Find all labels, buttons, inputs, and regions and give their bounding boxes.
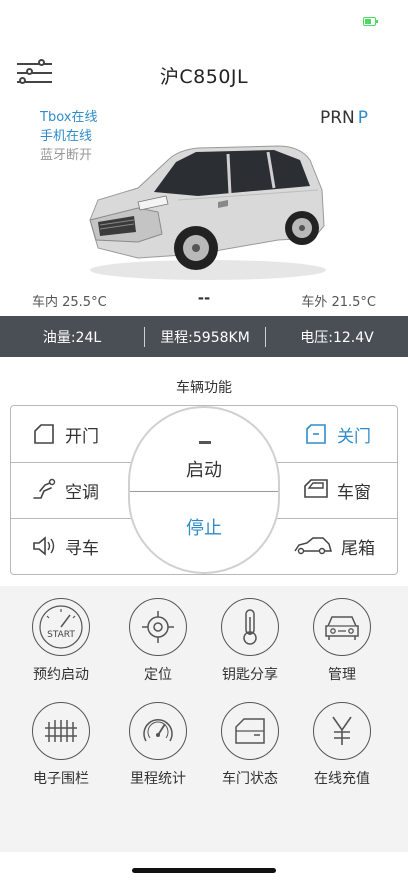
gear-indicator: PRN P xyxy=(320,108,368,128)
locate-icon xyxy=(129,598,187,656)
close-door-label: 关门 xyxy=(337,426,371,447)
window-icon xyxy=(303,477,329,503)
gauge-icon xyxy=(129,702,187,760)
yen-icon xyxy=(313,702,371,760)
home-indicator xyxy=(132,868,276,873)
services-panel: START 预约启动 定位 钥匙分享 管理 电子围栏 里程统计 车门状态 在线充… xyxy=(0,586,408,852)
mileage: 里程:5958KM xyxy=(160,329,250,346)
car-front-icon xyxy=(313,598,371,656)
geofence-tile[interactable]: 电子围栏 xyxy=(15,702,107,788)
minus-icon xyxy=(199,441,211,444)
tile-label: 钥匙分享 xyxy=(222,667,278,683)
close-door-button[interactable]: 关门 xyxy=(303,406,371,462)
door-open-icon xyxy=(31,421,57,447)
online-recharge-tile[interactable]: 在线充值 xyxy=(296,702,388,788)
section-title: 车辆功能 xyxy=(176,380,232,396)
tile-label: 管理 xyxy=(328,667,356,683)
open-door-button[interactable]: 开门 xyxy=(31,406,99,462)
tile-label: 里程统计 xyxy=(130,771,186,787)
engine-control-dial: 启动 停止 xyxy=(128,406,280,574)
stop-button[interactable]: 停止 xyxy=(130,514,278,540)
gear-label: PRN xyxy=(319,108,355,128)
door-close-icon xyxy=(303,421,329,447)
tile-label: 车门状态 xyxy=(222,771,278,787)
locate-tile[interactable]: 定位 xyxy=(112,598,204,684)
tile-label: 定位 xyxy=(144,667,172,683)
fence-icon xyxy=(32,702,90,760)
temperature-placeholder: -- xyxy=(197,289,211,307)
tile-label: 电子围栏 xyxy=(33,771,89,787)
gear-current: P xyxy=(357,108,368,128)
fuel-level: 油量:24L xyxy=(42,329,102,346)
car-trunk-icon xyxy=(293,533,333,559)
window-label: 车窗 xyxy=(337,482,371,503)
svg-text:START: START xyxy=(47,630,75,640)
speaker-icon xyxy=(31,533,57,559)
manage-tile[interactable]: 管理 xyxy=(296,598,388,684)
key-share-tile[interactable]: 钥匙分享 xyxy=(204,598,296,684)
scheduled-start-tile[interactable]: START 预约启动 xyxy=(15,598,107,684)
battery-icon xyxy=(363,17,378,26)
ac-label: 空调 xyxy=(65,482,99,503)
tbox-status: Tbox在线 xyxy=(40,110,98,125)
vehicle-info-bar: 油量:24L 里程:5958KM 电压:12.4V xyxy=(0,316,408,357)
tile-label: 在线充值 xyxy=(314,771,370,787)
seat-ac-icon xyxy=(31,477,57,503)
voltage: 电压:12.4V xyxy=(300,329,374,346)
trunk-label: 尾箱 xyxy=(341,538,375,559)
find-car-button[interactable]: 寻车 xyxy=(31,518,99,574)
tile-label: 预约启动 xyxy=(33,667,89,683)
door-icon xyxy=(221,702,279,760)
door-status-tile[interactable]: 车门状态 xyxy=(204,702,296,788)
open-door-label: 开门 xyxy=(65,426,99,447)
car-image xyxy=(89,145,326,280)
outside-temperature: 车外 21.5°C xyxy=(301,295,376,310)
key-icon xyxy=(221,598,279,656)
mileage-stats-tile[interactable]: 里程统计 xyxy=(112,702,204,788)
find-car-label: 寻车 xyxy=(65,538,99,559)
air-conditioning-button[interactable]: 空调 xyxy=(31,462,99,518)
plate-number: 沪C850JL xyxy=(159,66,249,88)
start-clock-icon: START xyxy=(32,598,90,656)
window-button[interactable]: 车窗 xyxy=(303,462,371,518)
start-button[interactable]: 启动 xyxy=(130,456,278,482)
trunk-button[interactable]: 尾箱 xyxy=(293,518,375,574)
inside-temperature: 车内 25.5°C xyxy=(32,295,107,310)
